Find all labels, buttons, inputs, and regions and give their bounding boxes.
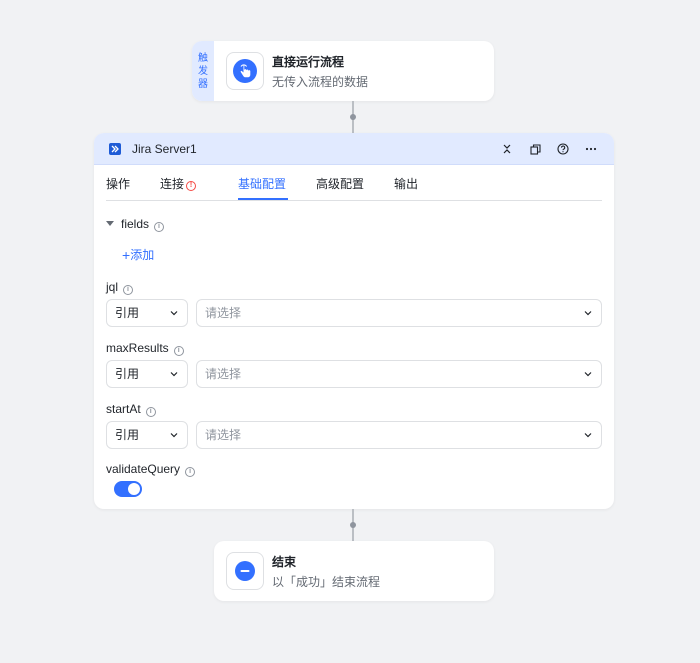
trigger-subtitle: 无传入流程的数据: [272, 75, 369, 89]
help-icon[interactable]: [555, 141, 571, 157]
more-icon[interactable]: [583, 141, 599, 157]
jql-value-select[interactable]: 请选择: [196, 299, 602, 327]
tab-label: 基础配置: [238, 177, 287, 191]
select-placeholder: 请选择: [205, 306, 242, 320]
tab-label: 输出: [394, 177, 419, 191]
info-icon: i: [123, 284, 134, 295]
trigger-tag-char: 触: [198, 52, 208, 64]
validate-query-toggle[interactable]: [114, 481, 142, 497]
warning-icon: !: [186, 180, 197, 191]
param-label-text: maxResults: [106, 341, 169, 355]
tab-connection[interactable]: 连接!: [160, 175, 197, 201]
maxresults-value-select[interactable]: 请选择: [196, 360, 602, 388]
add-field-button[interactable]: +添加: [122, 246, 154, 263]
collapse-icon[interactable]: [499, 141, 515, 157]
trigger-tag-char: 发: [198, 65, 208, 77]
chevron-down-icon: [170, 433, 178, 438]
tab-bar: 操作 连接! 基础配置 高级配置 输出: [106, 165, 602, 201]
param-label-startat: startAt i: [106, 402, 156, 417]
node-header: Jira Server1: [94, 133, 614, 165]
trigger-node[interactable]: 触 发 器 直接运行流程 无传入流程的数据: [192, 41, 494, 101]
trigger-title: 直接运行流程: [272, 55, 345, 69]
param-label-text: validateQuery: [106, 462, 181, 476]
toggle-knob: [128, 483, 140, 495]
trigger-tag: 触 发 器: [192, 41, 214, 101]
trigger-tag-char: 器: [198, 78, 208, 90]
tab-operation[interactable]: 操作: [106, 175, 130, 201]
info-icon: i: [154, 221, 165, 232]
end-title: 结束: [272, 555, 297, 569]
tab-label: 操作: [106, 177, 131, 191]
jql-mode-select[interactable]: 引用: [106, 299, 188, 327]
tab-label: 高级配置: [316, 177, 365, 191]
param-label-text: startAt: [106, 402, 141, 416]
tab-advanced-config[interactable]: 高级配置: [316, 175, 364, 201]
fields-group-toggle[interactable]: fields i: [106, 217, 165, 232]
tab-output[interactable]: 输出: [394, 175, 418, 201]
select-value: 引用: [115, 306, 140, 320]
chevron-down-icon: [584, 433, 592, 438]
copy-icon[interactable]: [527, 141, 543, 157]
info-icon: i: [185, 466, 196, 477]
select-placeholder: 请选择: [205, 367, 242, 381]
info-icon: i: [173, 345, 184, 356]
param-label-text: jql: [106, 280, 119, 294]
node-title: Jira Server1: [132, 142, 197, 156]
active-tab-indicator: [238, 198, 288, 200]
tab-label: 连接: [160, 177, 185, 191]
select-placeholder: 请选择: [205, 428, 242, 442]
jira-node[interactable]: Jira Server1 操作 连接! 基础配置 高级配置 输出 fields …: [94, 133, 614, 509]
plus-icon: +: [122, 247, 131, 263]
tap-hand-icon: [226, 52, 264, 90]
param-label-validatequery: validateQuery i: [106, 462, 196, 477]
maxresults-mode-select[interactable]: 引用: [106, 360, 188, 388]
chevron-down-icon: [170, 311, 178, 316]
param-label-maxresults: maxResults i: [106, 341, 184, 356]
end-node[interactable]: 结束 以「成功」结束流程: [214, 541, 494, 601]
select-value: 引用: [115, 428, 140, 442]
startat-value-select[interactable]: 请选择: [196, 421, 602, 449]
fields-label: fields: [121, 217, 150, 231]
chevron-down-icon: [170, 372, 178, 377]
jira-icon: [109, 143, 121, 155]
minus-circle-icon: [226, 552, 264, 590]
connector-dot[interactable]: [350, 522, 356, 528]
connector-dot[interactable]: [350, 114, 356, 120]
select-value: 引用: [115, 367, 140, 381]
info-icon: i: [145, 406, 156, 417]
startat-mode-select[interactable]: 引用: [106, 421, 188, 449]
chevron-down-icon: [584, 311, 592, 316]
chevron-down-icon: [584, 372, 592, 377]
add-field-label: 添加: [130, 248, 155, 262]
end-subtitle: 以「成功」结束流程: [272, 575, 381, 589]
caret-down-icon: [106, 221, 114, 226]
param-label-jql: jql i: [106, 280, 134, 295]
